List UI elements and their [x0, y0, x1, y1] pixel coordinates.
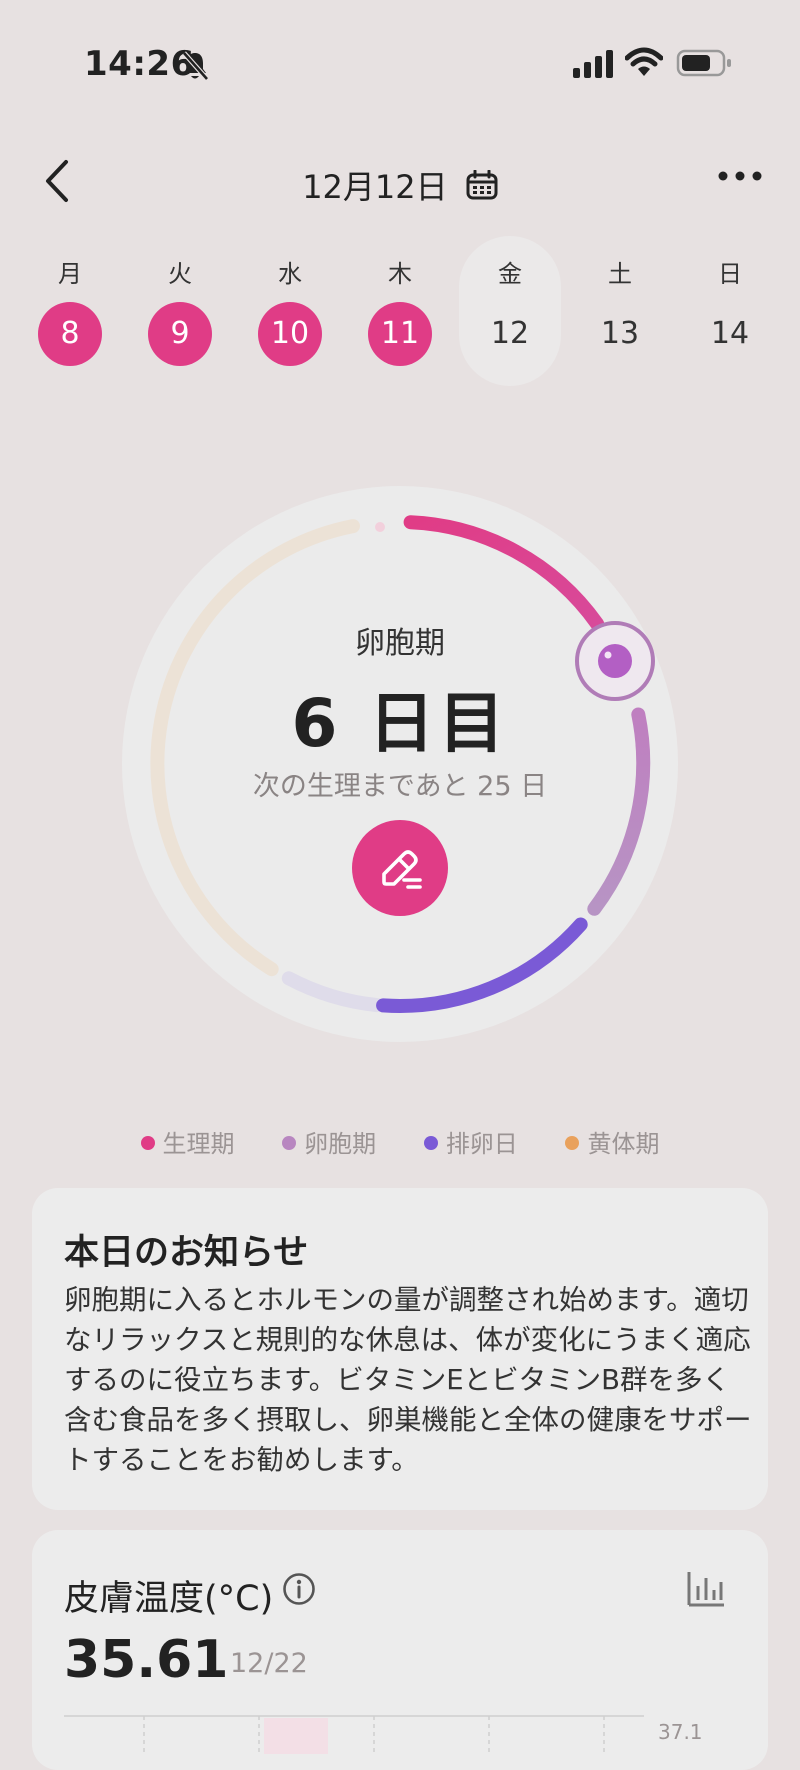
skin-temperature-card[interactable]: 皮膚温度(°C) 35.61 12/22 37.1: [32, 1530, 768, 1770]
day-cell[interactable]: 木 11: [349, 240, 451, 390]
phase-label: 卵胞期: [355, 626, 445, 661]
day-number: 13: [600, 316, 640, 351]
daily-notice-card: 本日のお知らせ 卵胞期に入るとホルモンの量が調整され始めます。適切なリラックスと…: [32, 1188, 768, 1510]
legend-item: 排卵日: [423, 1124, 518, 1159]
notice-body: 卵胞期に入るとホルモンの量が調整され始めます。適切なリラックスと規則的な休息は、…: [64, 1284, 752, 1476]
day-cell[interactable]: 日 14: [679, 240, 781, 390]
day-cell[interactable]: 月 8: [19, 240, 121, 390]
skin-temp-title: 皮膚温度(°C): [64, 1579, 274, 1619]
edit-record-button[interactable]: [352, 820, 448, 916]
ring-marker-dot: [375, 522, 385, 532]
legend-label: 黄体期: [587, 1130, 660, 1158]
legend-label: 卵胞期: [304, 1130, 377, 1158]
date-selector[interactable]: 12月12日: [0, 162, 800, 208]
cycle-day-count: 6 日目: [291, 685, 509, 762]
calendar-icon: [466, 170, 498, 200]
info-icon[interactable]: [282, 1572, 316, 1606]
day-number: 12: [490, 316, 530, 351]
weekday-label: 月: [58, 260, 82, 288]
legend-dot: [565, 1136, 580, 1150]
day-number: 11: [368, 302, 432, 366]
cellular-signal-icon: [573, 50, 613, 78]
weekday-label: 日: [718, 260, 742, 288]
notice-title: 本日のお知らせ: [64, 1233, 309, 1273]
week-strip: 月 8 火 9 水 10 木 11 金 12 土 13 日 14: [0, 236, 800, 390]
phase-legend: 生理期 卵胞期 排卵日 黄体期: [0, 1124, 800, 1159]
legend-item: 生理期: [140, 1124, 235, 1159]
weekday-label: 土: [608, 260, 632, 288]
skin-temp-date: 12/22: [230, 1648, 308, 1679]
day-number: 14: [710, 316, 750, 351]
day-number: 10: [258, 302, 322, 366]
weekday-label: 木: [388, 260, 412, 288]
legend-label: 生理期: [162, 1130, 235, 1158]
date-title: 12月12日: [302, 168, 448, 206]
weekday-label: 火: [168, 260, 192, 288]
edit-pencil-icon: [382, 850, 422, 889]
legend-label: 排卵日: [445, 1130, 518, 1158]
day-cell-today[interactable]: 金 12: [459, 236, 561, 386]
bell-muted-icon: [182, 51, 209, 81]
skin-temp-chart: [64, 1715, 644, 1754]
battery-icon: [676, 49, 731, 77]
next-period-countdown: 次の生理まであと 25 日: [252, 771, 548, 802]
day-number: 8: [38, 302, 102, 366]
day-cell[interactable]: 火 9: [129, 240, 231, 390]
legend-item: 黄体期: [565, 1124, 659, 1159]
legend-item: 卵胞期: [282, 1124, 376, 1159]
wifi-icon: [625, 47, 663, 76]
day-cell[interactable]: 水 10: [239, 240, 341, 390]
status-time: 14:26: [84, 44, 195, 84]
more-options-icon[interactable]: [718, 170, 762, 182]
legend-dot: [140, 1136, 155, 1150]
weekday-label: 水: [278, 260, 302, 288]
skin-temp-value: 35.61: [64, 1630, 229, 1690]
legend-dot: [423, 1136, 438, 1150]
legend-dot: [282, 1136, 297, 1150]
day-number: 9: [148, 302, 212, 366]
chart-axis-label: 37.1: [658, 1720, 703, 1744]
day-cell[interactable]: 土 13: [569, 240, 671, 390]
bar-chart-icon[interactable]: [686, 1570, 726, 1608]
weekday-label: 金: [498, 260, 522, 288]
